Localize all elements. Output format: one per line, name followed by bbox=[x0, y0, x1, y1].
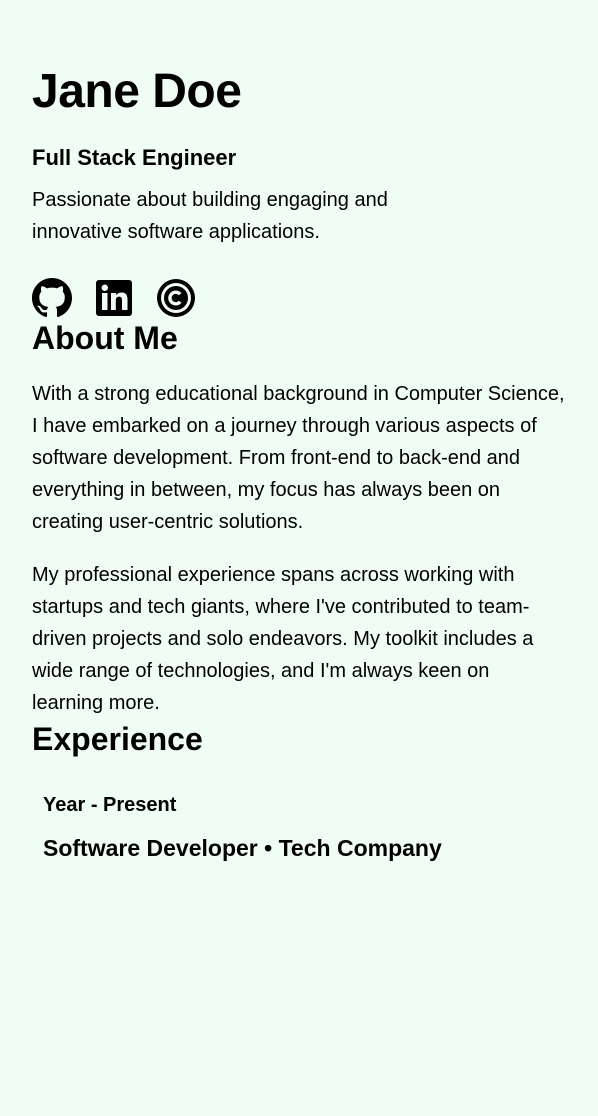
hero-header: Jane Doe Full Stack Engineer Passionate … bbox=[32, 0, 566, 318]
experience-title: Experience bbox=[32, 721, 203, 757]
person-name: Jane Doe bbox=[32, 65, 242, 118]
experience-heading: Software Developer • Tech Company bbox=[43, 832, 566, 864]
experience-company: Tech Company bbox=[278, 835, 442, 861]
experience-period: Year - Present bbox=[43, 794, 177, 816]
about-title: About Me bbox=[32, 320, 178, 356]
experience-role: Software Developer bbox=[43, 835, 258, 861]
linkedin-link[interactable] bbox=[94, 278, 134, 318]
about-section: About Me With a strong educational backg… bbox=[32, 318, 566, 719]
github-icon bbox=[32, 278, 72, 318]
about-paragraph: With a strong educational background in … bbox=[32, 383, 565, 533]
linkedin-icon bbox=[96, 280, 132, 316]
codepen-link[interactable] bbox=[156, 278, 196, 318]
experience-item: Year - Present Software Developer • Tech… bbox=[32, 791, 566, 864]
codepen-icon bbox=[157, 279, 195, 317]
github-link[interactable] bbox=[32, 278, 72, 318]
about-paragraph: My professional experience spans across … bbox=[32, 564, 534, 714]
tagline: Passionate about building engaging and i… bbox=[32, 189, 388, 243]
page: Jane Doe Full Stack Engineer Passionate … bbox=[0, 0, 598, 864]
experience-section: Experience Year - Present Software Devel… bbox=[32, 719, 566, 864]
social-links bbox=[32, 278, 566, 318]
job-title: Full Stack Engineer bbox=[32, 145, 237, 170]
experience-separator: • bbox=[264, 835, 273, 861]
